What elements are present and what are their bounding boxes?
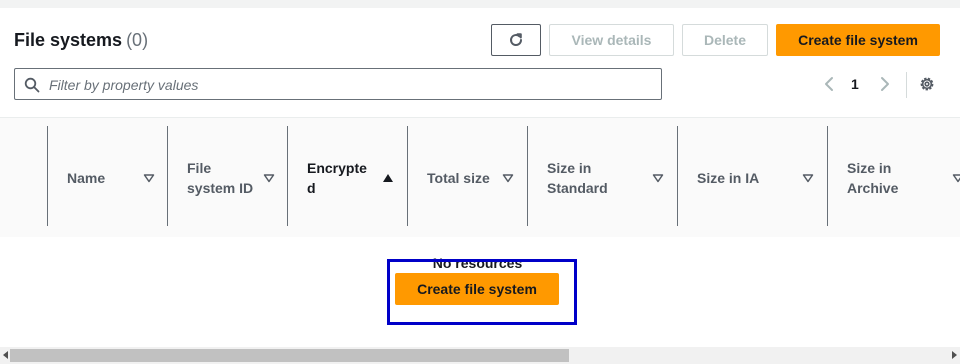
preferences-button[interactable]	[918, 75, 936, 93]
page-title-text: File systems	[14, 30, 123, 50]
scroll-right-icon[interactable]	[952, 351, 957, 359]
prev-page-button[interactable]	[823, 74, 839, 94]
column-divider	[287, 126, 288, 226]
current-page-number[interactable]: 1	[851, 74, 859, 94]
caret-down-icon	[952, 173, 960, 182]
page-title: File systems (0)	[14, 30, 148, 51]
column-header-size-in-archive[interactable]: Size in Archive	[827, 118, 960, 237]
caret-down-icon	[502, 173, 514, 182]
column-label: File system ID	[187, 159, 254, 196]
caret-down-icon	[143, 173, 155, 182]
column-divider	[527, 126, 528, 226]
column-header-size-in-standard[interactable]: Size in Standard	[527, 118, 677, 237]
column-divider	[677, 126, 678, 226]
delete-button[interactable]: Delete	[682, 24, 768, 56]
empty-state: No resources Create file system	[0, 237, 960, 347]
column-label: Size in Standard	[547, 159, 608, 196]
gear-icon	[920, 77, 934, 91]
refresh-icon	[510, 33, 523, 46]
column-label: Size in IA	[697, 169, 760, 186]
table-header-panel: File systems (0) View details Delete Crea…	[0, 8, 960, 118]
column-header-encrypted[interactable]: Encrypte d	[287, 118, 407, 237]
next-page-button[interactable]	[879, 74, 895, 94]
create-file-system-button[interactable]: Create file system	[776, 24, 940, 56]
refresh-button[interactable]	[491, 24, 541, 56]
column-header-total-size[interactable]: Total size	[407, 118, 527, 237]
column-label: Encrypte d	[307, 159, 367, 196]
column-header-name[interactable]: Name	[47, 118, 167, 237]
column-label: Total size	[427, 169, 490, 186]
column-divider	[407, 126, 408, 226]
chevron-left-icon	[825, 77, 833, 91]
resource-count: (0)	[126, 30, 149, 50]
horizontal-scrollbar[interactable]	[0, 347, 960, 364]
table-column-headers: Name File system ID Encrypte d Total siz…	[0, 117, 960, 238]
caret-down-icon	[263, 173, 275, 182]
view-details-button[interactable]: View details	[549, 24, 674, 56]
search-input[interactable]	[47, 70, 651, 100]
column-label: Size in Archive	[847, 159, 899, 196]
column-header-file-system-id[interactable]: File system ID	[167, 118, 287, 237]
caret-down-icon	[652, 173, 664, 182]
column-divider	[167, 126, 168, 226]
chevron-right-icon	[881, 77, 889, 91]
column-label: Name	[67, 169, 106, 186]
search-field[interactable]	[14, 68, 662, 100]
caret-up-icon	[383, 173, 393, 182]
pagination-divider	[906, 72, 907, 98]
column-divider	[827, 126, 828, 226]
highlight-box	[387, 259, 577, 325]
scroll-left-icon[interactable]	[3, 351, 8, 359]
search-icon	[24, 77, 40, 93]
caret-down-icon	[802, 173, 814, 182]
column-divider	[47, 126, 48, 226]
column-header-size-in-ia[interactable]: Size in IA	[677, 118, 827, 237]
scrollbar-thumb[interactable]	[10, 349, 569, 362]
